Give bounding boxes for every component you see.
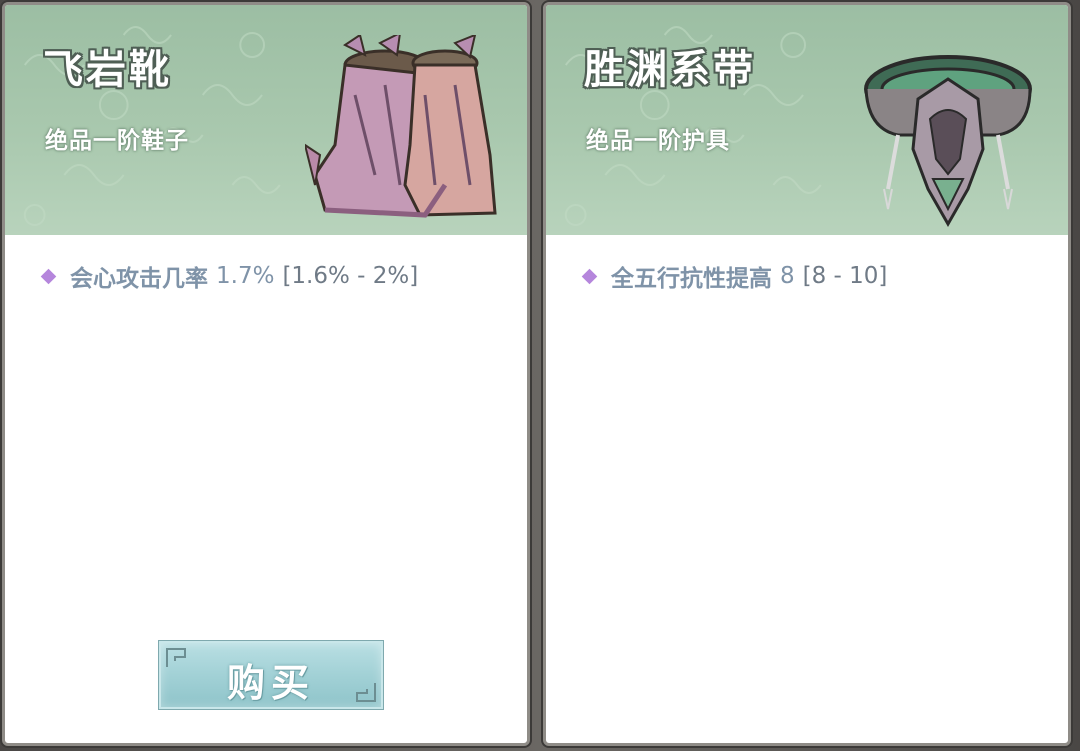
stat-range: [8 - 10] [802,263,888,289]
stat-row: 全五行抗性提高 8 [8 - 10] [580,259,887,293]
item-grade: 绝品一阶护具 [586,128,730,154]
buy-button[interactable]: 购买 [159,641,383,709]
boots-icon [305,35,497,218]
stat-label: 全五行抗性提高 [611,266,772,292]
stat-label: 会心攻击几率 [70,266,208,292]
stat-value: 8 [780,263,795,289]
card-header: 飞岩靴 绝品一阶鞋子 [5,5,527,235]
item-grade: 绝品一阶鞋子 [45,128,189,154]
stat-range: [1.6% - 2%] [282,263,419,289]
shop-panel: 飞岩靴 绝品一阶鞋子 会心攻击几率 1.7% [1.6% - 2%] 购买 胜渊… [0,0,1080,751]
diamond-bullet-icon [40,268,57,284]
buy-button-label: 购买 [226,660,315,705]
item-name: 胜渊系带 [584,47,756,93]
stat-value: 1.7% [216,263,275,289]
stat-row: 会心攻击几率 1.7% [1.6% - 2%] [39,259,418,293]
diamond-bullet-icon [581,268,598,284]
card-header: 胜渊系带 绝品一阶护具 [546,5,1068,235]
belt-icon [864,55,1032,228]
item-card-boots[interactable]: 飞岩靴 绝品一阶鞋子 会心攻击几率 1.7% [1.6% - 2%] 购买 [2,2,530,746]
item-card-belt[interactable]: 胜渊系带 绝品一阶护具 全五行抗性提高 8 [8 - 10] [543,2,1071,746]
item-name: 飞岩靴 [43,47,172,93]
